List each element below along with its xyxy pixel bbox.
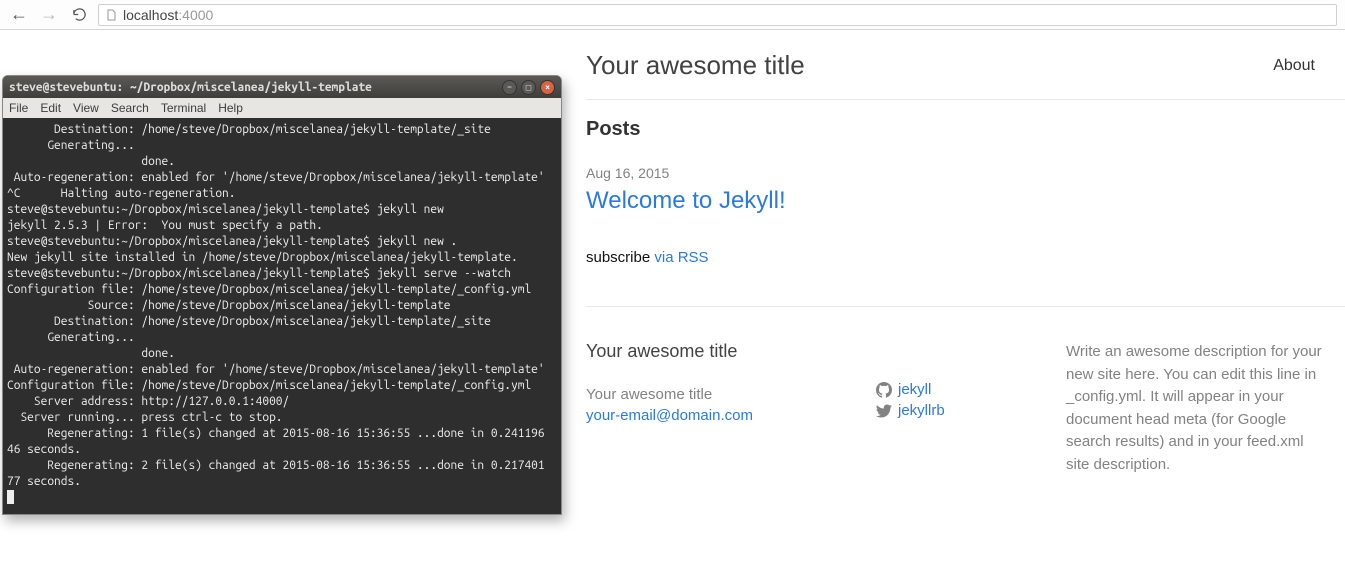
- site-footer: Your awesome title Your awesome title yo…: [586, 306, 1345, 476]
- url-text: localhost:4000: [123, 7, 213, 23]
- browser-toolbar: ← → localhost:4000: [0, 0, 1345, 30]
- terminal-menubar: File Edit View Search Terminal Help: [3, 98, 561, 118]
- twitter-icon: [876, 403, 892, 419]
- github-link[interactable]: jekyll: [876, 381, 1026, 398]
- site-title[interactable]: Your awesome title: [586, 50, 805, 81]
- post-link[interactable]: Welcome to Jekyll!: [586, 187, 1345, 215]
- footer-title: Your awesome title: [586, 341, 836, 362]
- terminal-titlebar[interactable]: steve@stevebuntu: ~/Dropbox/miscelanea/j…: [3, 76, 561, 98]
- contact-email[interactable]: your-email@domain.com: [586, 407, 753, 424]
- footer-contact: Your awesome title Your awesome title yo…: [586, 341, 836, 476]
- posts-heading: Posts: [586, 118, 1345, 141]
- terminal-body[interactable]: Destination: /home/steve/Dropbox/miscela…: [3, 118, 561, 514]
- maximize-button[interactable]: □: [521, 80, 536, 95]
- post-date: Aug 16, 2015: [586, 165, 1345, 181]
- rss-link[interactable]: via RSS: [654, 249, 708, 266]
- footer-social: jekyll jekyllrb: [876, 341, 1026, 476]
- twitter-user: jekyllrb: [898, 402, 945, 419]
- contact-name: Your awesome title: [586, 386, 836, 403]
- footer-description: Write an awesome description for your ne…: [1066, 341, 1345, 476]
- address-bar[interactable]: localhost:4000: [98, 4, 1337, 26]
- terminal-window: steve@stevebuntu: ~/Dropbox/miscelanea/j…: [2, 75, 562, 515]
- subscribe-prefix: subscribe: [586, 249, 654, 266]
- reload-button[interactable]: [68, 4, 90, 26]
- menu-edit[interactable]: Edit: [40, 101, 61, 115]
- github-user: jekyll: [898, 381, 931, 398]
- reload-icon: [72, 7, 87, 22]
- minimize-button[interactable]: –: [502, 80, 517, 95]
- menu-search[interactable]: Search: [111, 101, 149, 115]
- page-icon: [105, 9, 117, 21]
- menu-view[interactable]: View: [73, 101, 99, 115]
- site-header: Your awesome title About: [586, 50, 1345, 100]
- close-button[interactable]: ×: [540, 80, 555, 95]
- terminal-title: steve@stevebuntu: ~/Dropbox/miscelanea/j…: [9, 81, 372, 94]
- menu-file[interactable]: File: [9, 101, 28, 115]
- subscribe-line: subscribe via RSS: [586, 249, 1345, 266]
- site-content: Your awesome title About Posts Aug 16, 2…: [586, 50, 1345, 572]
- menu-terminal[interactable]: Terminal: [161, 101, 206, 115]
- nav-about[interactable]: About: [1273, 57, 1315, 75]
- menu-help[interactable]: Help: [218, 101, 243, 115]
- forward-button[interactable]: →: [38, 4, 60, 26]
- back-button[interactable]: ←: [8, 4, 30, 26]
- twitter-link[interactable]: jekyllrb: [876, 402, 1026, 419]
- github-icon: [876, 382, 892, 398]
